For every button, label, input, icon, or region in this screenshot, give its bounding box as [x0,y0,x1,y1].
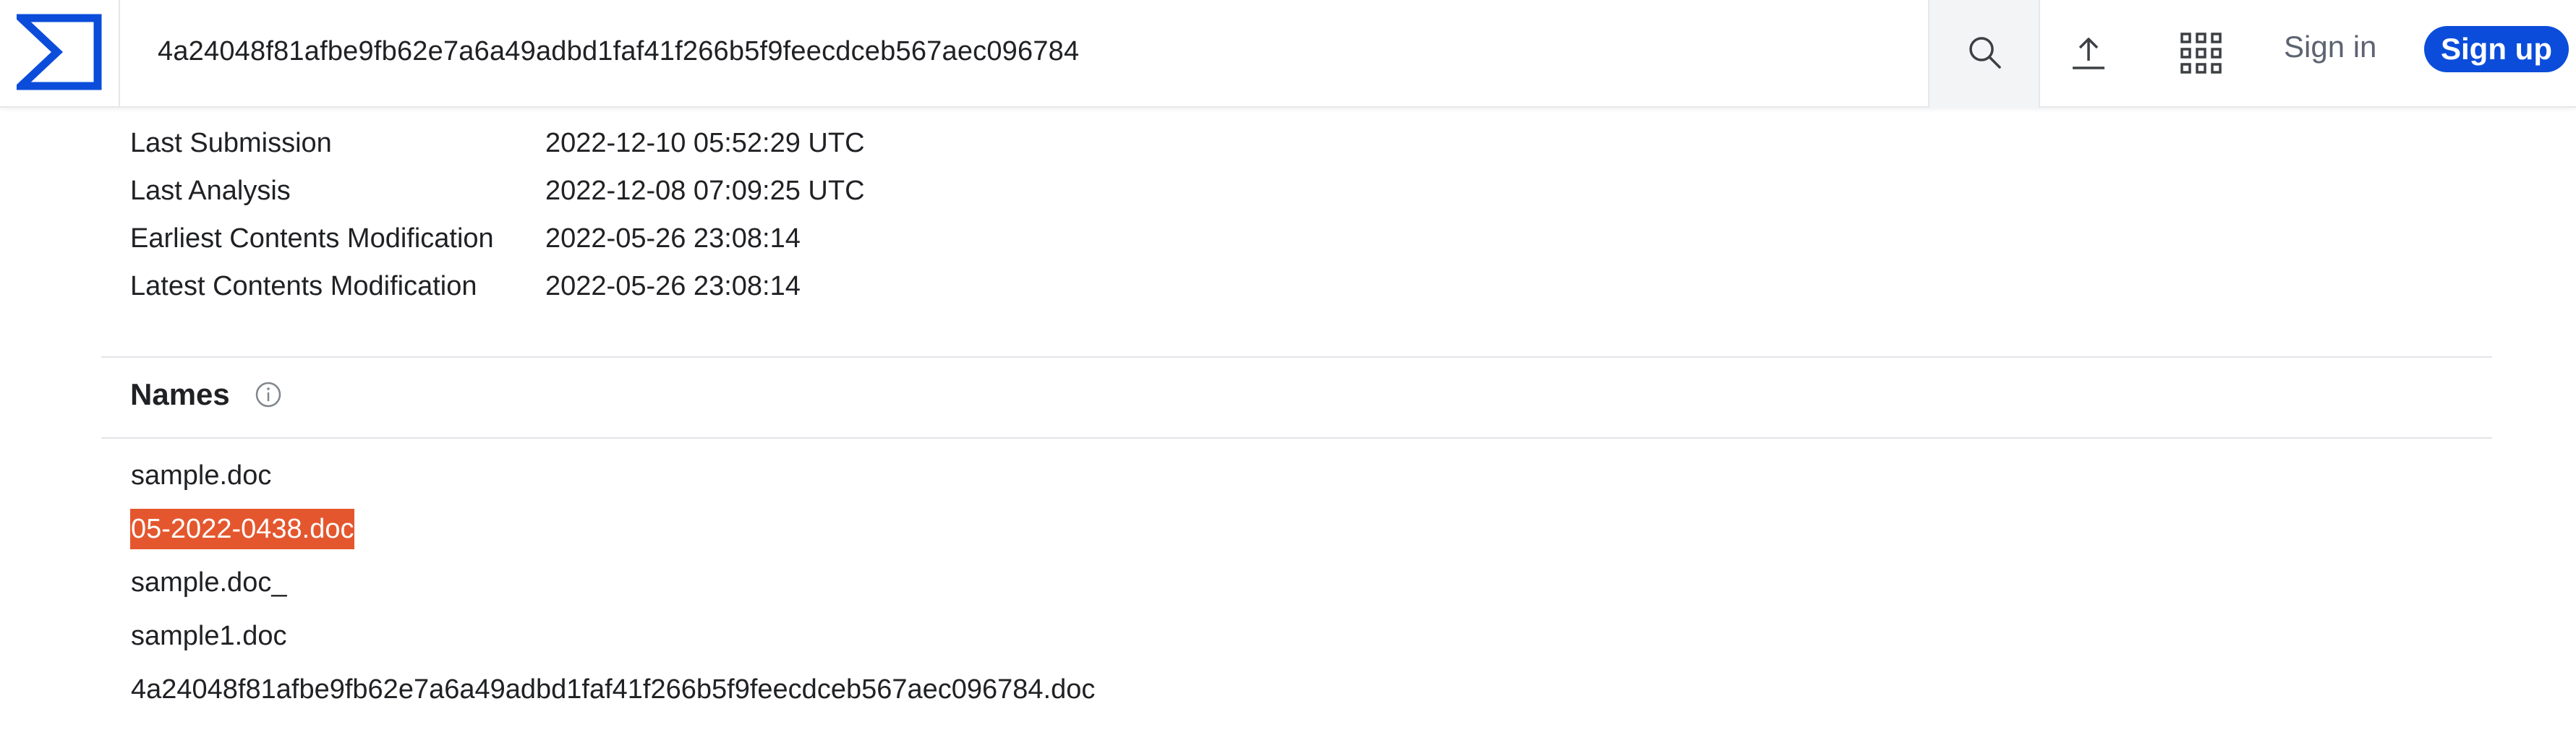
detail-row-earliest-modification: Earliest Contents Modification 2022-05-2… [130,218,1143,266]
search-input[interactable]: 4a24048f81afbe9fb62e7a6a49adbd1faf41f266… [158,33,1079,69]
file-name-selected: 05-2022-0438.doc [130,509,355,549]
apps-menu-button[interactable] [2168,26,2235,84]
upload-icon [2068,33,2109,77]
section-divider [101,356,2492,358]
list-item: sample1.doc [130,616,2444,669]
names-title: Names [130,377,230,411]
detail-value: 2022-12-08 07:09:25 UTC [545,176,865,206]
detail-label: Latest Contents Modification [130,271,477,301]
names-list: sample.doc 05-2022-0438.doc sample.doc_ … [130,455,2444,723]
detail-value: 2022-05-26 23:08:14 [545,271,801,301]
history-details: Last Submission 2022-12-10 05:52:29 UTC … [130,123,1143,314]
file-name: sample.doc_ [131,567,287,598]
file-name: sample1.doc [131,621,287,651]
sign-up-button[interactable]: Sign up [2424,26,2569,72]
upload-button[interactable] [2060,26,2117,84]
search-button[interactable] [1928,0,2040,108]
file-name: 4a24048f81afbe9fb62e7a6a49adbd1faf41f266… [131,674,1096,705]
list-item: 4a24048f81afbe9fb62e7a6a49adbd1faf41f266… [130,669,2444,723]
apps-grid-icon [2179,31,2224,79]
detail-row-latest-modification: Latest Contents Modification 2022-05-26 … [130,266,1143,314]
detail-value: 2022-05-26 23:08:14 [545,223,801,254]
list-item-selected: 05-2022-0438.doc [130,509,2444,562]
file-name: sample.doc [131,460,272,491]
names-section-header: Names [130,373,283,416]
detail-label: Last Analysis [130,176,291,206]
detail-value: 2022-12-10 05:52:29 UTC [545,128,865,158]
detail-row-last-submission: Last Submission 2022-12-10 05:52:29 UTC [130,123,1143,171]
info-icon[interactable] [255,380,283,409]
search-icon [1966,33,2003,74]
logo-home-link[interactable] [0,0,120,108]
list-item: sample.doc_ [130,562,2444,616]
top-bar: 4a24048f81afbe9fb62e7a6a49adbd1faf41f266… [0,0,2576,108]
sign-in-link[interactable]: Sign in [2284,29,2376,65]
detail-label: Earliest Contents Modification [130,223,494,254]
virustotal-logo-icon [11,14,102,94]
list-item: sample.doc [130,455,2444,509]
detail-row-last-analysis: Last Analysis 2022-12-08 07:09:25 UTC [130,171,1143,218]
names-divider [101,437,2492,439]
detail-label: Last Submission [130,128,332,158]
